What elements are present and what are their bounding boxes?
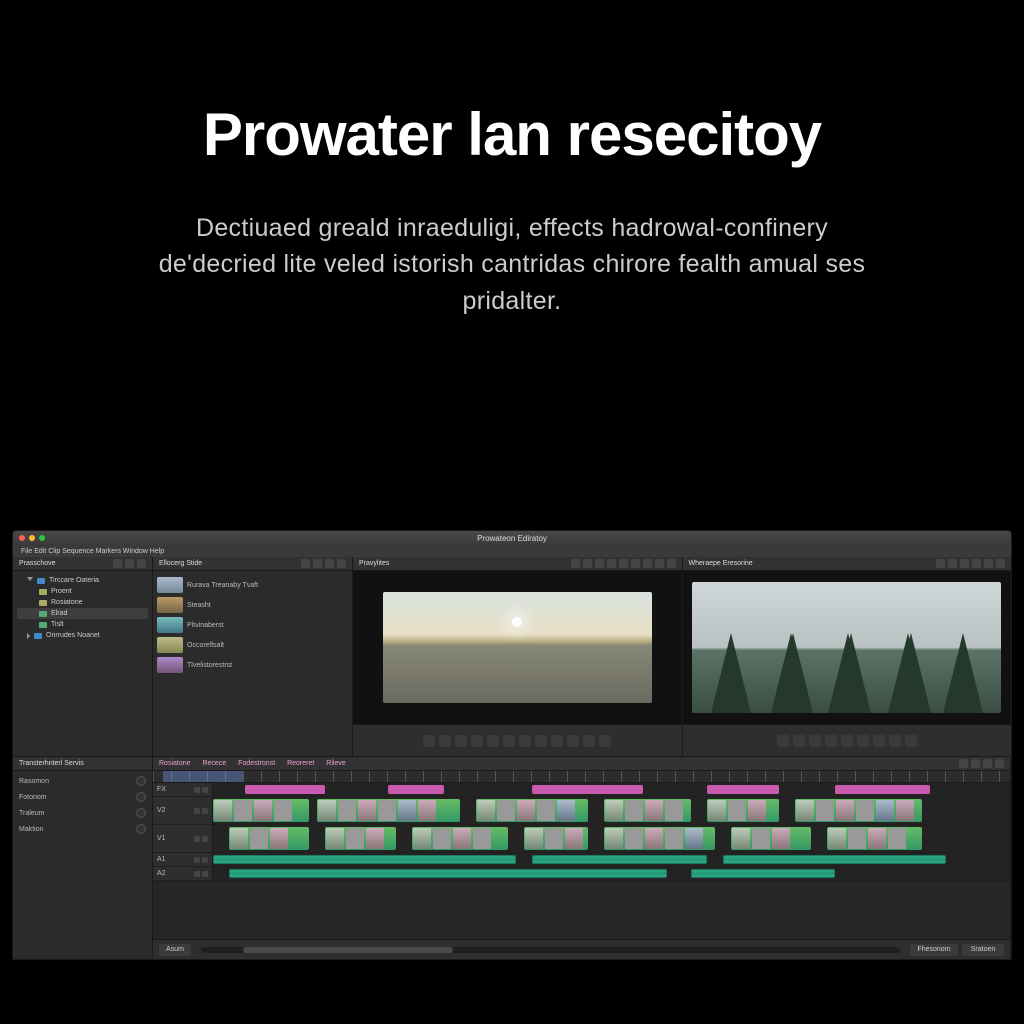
effects-controls-panel: Transterhnterl Servis Rasomon Fotonom Tr… (13, 757, 153, 959)
work-area-bar[interactable] (163, 771, 243, 782)
media-thumbnail (157, 597, 183, 613)
media-thumbnail (157, 617, 183, 633)
track-v2[interactable]: V2 (153, 797, 1010, 825)
lift-icon[interactable] (857, 735, 869, 747)
footer-button[interactable]: Fhesonom (910, 944, 958, 956)
timeline-tracks: FX V2 (153, 783, 1010, 939)
track-v1[interactable]: V1 (153, 825, 1010, 853)
tree-item-label: Proent (51, 588, 72, 595)
timeline-tab[interactable]: Rosiatone (159, 760, 191, 767)
safe-margins-icon[interactable] (599, 735, 611, 747)
media-row[interactable]: Pltvinaberst (157, 615, 348, 635)
aux-panel-title: Transterhnterl Servis (19, 760, 84, 767)
media-row[interactable]: Occorelfsalt (157, 635, 348, 655)
knob-icon[interactable] (136, 792, 146, 802)
tree-item-label: Tirccare Oateria (49, 577, 99, 584)
media-thumbnail (157, 577, 183, 593)
tree-item-label: Tislt (51, 621, 64, 628)
mark-out-icon[interactable] (519, 735, 531, 747)
timeline-tab[interactable]: Reoreret (287, 760, 314, 767)
export-frame-icon[interactable] (567, 735, 579, 747)
timeline-tools[interactable] (959, 759, 1004, 768)
menubar[interactable]: File Edit Clip Sequence Markers Window H… (13, 545, 1011, 557)
program-transport-controls[interactable] (683, 724, 1012, 756)
insert-icon[interactable] (535, 735, 547, 747)
timeline-ruler[interactable] (153, 771, 1010, 783)
go-to-in-icon[interactable] (777, 735, 789, 747)
play-icon[interactable] (455, 735, 467, 747)
window-titlebar: Prowateon Ediratoy (13, 531, 1011, 545)
go-to-out-icon[interactable] (841, 735, 853, 747)
knob-icon[interactable] (136, 808, 146, 818)
track-fx[interactable]: FX (153, 783, 1010, 797)
go-to-out-icon[interactable] (487, 735, 499, 747)
media-thumbnail (157, 657, 183, 673)
hero-title: Prowater lan resecitoy (0, 100, 1024, 169)
timeline-tab[interactable]: Fodestronst (238, 760, 275, 767)
mark-in-icon[interactable] (503, 735, 515, 747)
media-thumbnail (157, 637, 183, 653)
tree-item-label: Onrrudes Noanet (46, 632, 100, 639)
timeline-tab[interactable]: Rileve (326, 760, 345, 767)
video-editor-window: Prowateon Ediratoy File Edit Clip Sequen… (12, 530, 1012, 960)
step-back-icon[interactable] (793, 735, 805, 747)
track-a2[interactable]: A2 (153, 867, 1010, 881)
project-panel: Prasschove Tirccare Oateria Proent Rosia… (13, 557, 153, 756)
program-preview[interactable] (692, 582, 1001, 714)
media-panel-tools[interactable] (301, 559, 346, 568)
aux-row[interactable]: Fotonom (17, 789, 148, 805)
tree-item-label: Rosiatone (51, 599, 83, 606)
program-monitor: Wheraepe Eresorine (683, 557, 1012, 756)
source-monitor: Pravylites (353, 557, 683, 756)
aux-row[interactable]: Traleum (17, 805, 148, 821)
project-tree[interactable]: Tirccare Oateria Proent Rosiatone Elrad … (17, 575, 148, 641)
aux-row[interactable]: Maktion (17, 821, 148, 837)
loop-icon[interactable] (583, 735, 595, 747)
aux-row[interactable]: Rasomon (17, 773, 148, 789)
media-browser-panel: Ellocerg Stide Rurava Treanaby Tvaft Ste… (153, 557, 353, 756)
step-fwd-icon[interactable] (825, 735, 837, 747)
step-back-icon[interactable] (439, 735, 451, 747)
extract-icon[interactable] (873, 735, 885, 747)
step-fwd-icon[interactable] (471, 735, 483, 747)
project-panel-title: Prasschove (19, 560, 56, 567)
track-a1[interactable]: A1 (153, 853, 1010, 867)
go-to-in-icon[interactable] (423, 735, 435, 747)
source-monitor-tools[interactable] (571, 559, 676, 568)
footer-button[interactable]: Asum (159, 944, 191, 956)
source-transport-controls[interactable] (353, 724, 682, 756)
window-title: Prowateon Ediratoy (13, 534, 1011, 543)
program-monitor-title: Wheraepe Eresorine (689, 560, 753, 567)
source-monitor-title: Pravylites (359, 560, 389, 567)
footer-button[interactable]: Sratoen (962, 944, 1004, 956)
program-monitor-tools[interactable] (936, 559, 1005, 568)
tree-item-label: Elrad (51, 610, 67, 617)
source-preview[interactable] (383, 592, 652, 702)
play-icon[interactable] (809, 735, 821, 747)
timeline-footer: Asum Fhesonom Sratoen (153, 939, 1010, 959)
knob-icon[interactable] (136, 776, 146, 786)
media-row[interactable]: Steasht (157, 595, 348, 615)
timeline-panel: Rosiatone Recece Fodestronst Reoreret Ri… (153, 757, 1011, 959)
knob-icon[interactable] (136, 824, 146, 834)
export-frame-icon[interactable] (889, 735, 901, 747)
timeline-tabs[interactable]: Rosiatone Recece Fodestronst Reoreret Ri… (159, 760, 356, 767)
media-row[interactable]: Tlvelistorestrst (157, 655, 348, 675)
timeline-scrollbar[interactable] (201, 947, 900, 953)
media-row[interactable]: Rurava Treanaby Tvaft (157, 575, 348, 595)
loop-icon[interactable] (905, 735, 917, 747)
timeline-tab[interactable]: Recece (202, 760, 226, 767)
hero-subtitle: Dectiuaed greald inraeduligi, effects ha… (0, 210, 1024, 319)
overwrite-icon[interactable] (551, 735, 563, 747)
project-panel-tools[interactable] (113, 559, 146, 568)
media-panel-title: Ellocerg Stide (159, 560, 202, 567)
